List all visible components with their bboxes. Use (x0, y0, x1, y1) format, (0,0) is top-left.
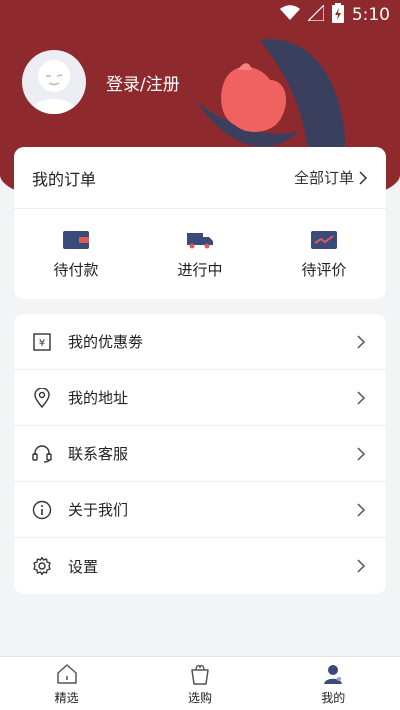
tab-featured[interactable]: 精选 (27, 662, 107, 706)
chevron-right-icon (357, 446, 366, 461)
menu-item-label: 我的优惠劵 (68, 333, 144, 351)
order-status-in-progress[interactable]: 进行中 (145, 231, 255, 280)
menu-item-label: 我的地址 (68, 389, 129, 407)
order-status-label: 待评价 (301, 261, 347, 279)
delivery-truck-icon (187, 233, 213, 249)
order-status-pending-payment[interactable]: 待付款 (21, 231, 131, 280)
chevron-right-icon (357, 502, 366, 517)
menu-item-label: 设置 (68, 557, 99, 576)
menu-item-coupons[interactable]: ¥ 我的优惠劵 (14, 314, 386, 370)
tab-label: 选购 (187, 690, 212, 705)
info-icon (32, 500, 52, 520)
cell-signal-icon (306, 3, 325, 26)
tab-shop[interactable]: 选购 (160, 662, 240, 706)
menu-item-about-us[interactable]: 关于我们 (14, 482, 386, 538)
order-status-label: 待付款 (53, 261, 99, 279)
order-status-label: 进行中 (177, 261, 223, 279)
wifi-icon (279, 4, 300, 26)
tulip-bag-icon (191, 664, 209, 685)
orders-title: 我的订单 (32, 169, 97, 189)
svg-text:¥: ¥ (39, 338, 45, 349)
orders-header: 我的订单 全部订单 (14, 147, 386, 209)
orders-card: 我的订单 全部订单 待付款 进行中 待评价 (14, 147, 386, 299)
all-orders-link[interactable]: 全部订单 (294, 167, 368, 188)
review-card-icon (311, 231, 337, 249)
menu-item-label: 关于我们 (68, 501, 129, 519)
avatar[interactable] (22, 50, 86, 114)
status-time: 5:10 (351, 5, 390, 25)
tab-label: 我的 (321, 690, 346, 705)
menu-item-label: 联系客服 (68, 445, 129, 463)
location-pin-icon (32, 387, 52, 408)
menu-item-settings[interactable]: 设置 (14, 538, 386, 594)
wallet-icon (63, 231, 89, 249)
tab-label: 精选 (54, 690, 79, 705)
battery-charging-icon (331, 2, 344, 28)
chevron-right-icon (357, 334, 366, 349)
bottom-tab-bar: 精选 选购 我的 (0, 656, 400, 710)
user-icon (324, 664, 343, 684)
chevron-right-icon (357, 390, 366, 405)
menu-item-address[interactable]: 我的地址 (14, 370, 386, 426)
order-status-to-review[interactable]: 待评价 (269, 231, 379, 280)
tab-mine[interactable]: 我的 (293, 662, 373, 706)
gear-icon (32, 556, 52, 576)
chevron-right-icon (359, 170, 368, 185)
house-icon (56, 663, 77, 684)
chevron-right-icon (357, 559, 366, 573)
menu-item-customer-service[interactable]: 联系客服 (14, 426, 386, 482)
login-register-link[interactable]: 登录/注册 (106, 70, 180, 95)
all-orders-label: 全部订单 (293, 169, 354, 187)
profile-section[interactable]: 登录/注册 (22, 50, 180, 114)
headset-icon (32, 444, 52, 464)
coupon-icon: ¥ (32, 332, 52, 352)
default-avatar-icon (30, 60, 78, 114)
menu-card: ¥ 我的优惠劵 我的地址 联系客服 关于我们 设置 (14, 314, 386, 594)
status-bar: 5:10 (0, 0, 400, 30)
